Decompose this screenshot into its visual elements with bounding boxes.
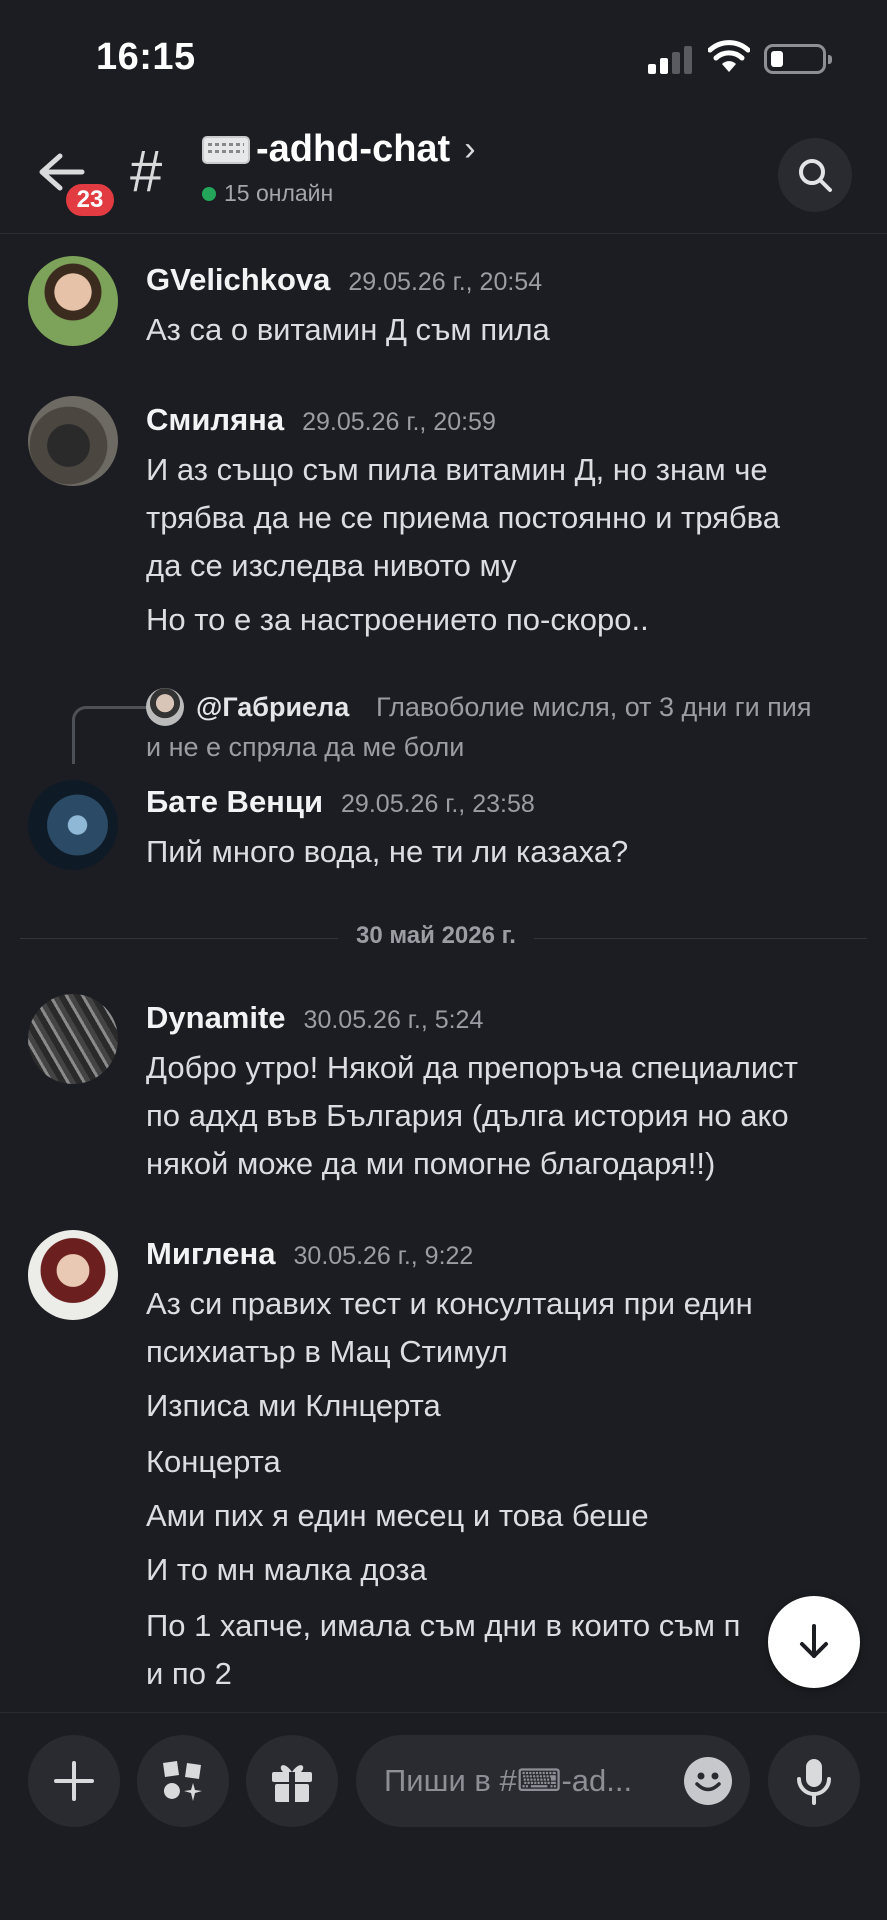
reply-text[interactable]: и не е спряла да ме боли — [146, 732, 464, 763]
microphone-icon — [797, 1759, 831, 1805]
apps-icon — [163, 1761, 202, 1801]
plus-icon — [54, 1761, 94, 1801]
online-status: 15 онлайн — [202, 180, 333, 207]
channel-name: -adhd-chat — [256, 128, 451, 170]
message-timestamp: 29.05.26 г., 20:59 — [302, 408, 496, 436]
reply-text[interactable]: Главоболие мисля, от 3 дни ги пия — [376, 692, 812, 723]
message-text: Пий много вода, не ти ли казаха? — [146, 834, 629, 869]
avatar[interactable] — [28, 396, 118, 486]
message-timestamp: 29.05.26 г., 20:54 — [348, 268, 543, 296]
keyboard-emoji-icon — [202, 135, 250, 164]
avatar[interactable] — [28, 780, 118, 870]
wifi-icon — [708, 40, 750, 72]
status-time: 16:15 — [96, 36, 196, 78]
message-text: Аз си правих тест и консултация при един — [146, 1286, 753, 1321]
message-text: Концерта — [146, 1444, 281, 1479]
message-author[interactable]: Бате Венци — [146, 784, 323, 820]
message-timestamp: 29.05.26 г., 23:58 — [341, 790, 535, 818]
message-text: Добро утро! Някой да препоръча специалис… — [146, 1050, 798, 1085]
message-timestamp: 30.05.26 г., 9:22 — [293, 1242, 474, 1270]
emoji-icon[interactable] — [684, 1757, 732, 1805]
message-author[interactable]: GVelichkova — [146, 262, 330, 298]
message-text: По 1 хапче, имала съм дни в които съм п — [146, 1608, 741, 1643]
reply-connector — [72, 706, 148, 764]
battery-icon — [764, 44, 832, 74]
unread-badge: 23 — [62, 180, 118, 220]
online-count: 15 онлайн — [224, 180, 334, 206]
message-text: да се изследва нивото му — [146, 548, 517, 583]
scroll-to-bottom-button[interactable] — [768, 1596, 860, 1688]
message-input-placeholder: Пиши в #⌨-ad... — [384, 1763, 633, 1798]
message-text: по адхд във България (дълга история но а… — [146, 1098, 789, 1133]
message-text: Ами пих я един месец и това беше — [146, 1498, 649, 1533]
message-text: и по 2 — [146, 1656, 232, 1691]
reply-avatar — [146, 688, 184, 726]
message-text: някой може да ми помогне благодаря!!) — [146, 1146, 716, 1181]
search-icon — [799, 159, 832, 192]
message-text: И аз също съм пила витамин Д, но знам че — [146, 452, 768, 487]
message-text: психиатър в Мац Стимул — [146, 1334, 508, 1369]
message-text: И то мн малка доза — [146, 1552, 427, 1587]
avatar[interactable] — [28, 994, 118, 1084]
avatar[interactable] — [28, 1230, 118, 1320]
gift-icon — [272, 1765, 312, 1802]
message-text: Аз са о витамин Д съм пила — [146, 312, 550, 347]
add-attachment-button[interactable] — [28, 1735, 120, 1827]
message-author[interactable]: Миглена — [146, 1236, 276, 1272]
gift-button[interactable] — [246, 1735, 338, 1827]
message-author[interactable]: Dynamite — [146, 1000, 286, 1036]
apps-button[interactable] — [137, 1735, 229, 1827]
online-dot-icon — [202, 186, 216, 201]
channel-hash-icon: # — [130, 139, 163, 204]
message-input[interactable]: Пиши в #⌨-ad... — [356, 1735, 750, 1827]
date-divider: 30 май 2026 г. — [338, 922, 534, 950]
message-author[interactable]: Смиляна — [146, 402, 284, 438]
chevron-right-icon: › — [464, 130, 476, 168]
search-button[interactable] — [778, 138, 852, 212]
status-bar: 16:15 — [0, 0, 887, 110]
message-text: Изписа ми Клнцерта — [146, 1388, 441, 1423]
cellular-signal-icon — [648, 44, 692, 74]
message-text: трябва да не се приема постоянно и трябв… — [146, 500, 781, 535]
arrow-down-icon — [800, 1624, 828, 1658]
message-timestamp: 30.05.26 г., 5:24 — [303, 1006, 484, 1034]
message-composer: Пиши в #⌨-ad... — [0, 1712, 887, 1920]
voice-message-button[interactable] — [768, 1735, 860, 1827]
channel-header: 23 # -adhd-chat › 15 онлайн — [0, 110, 887, 234]
avatar[interactable] — [28, 256, 118, 346]
message-text: Но то е за настроението по-скоро.. — [146, 602, 649, 637]
reply-author[interactable]: @Габриела — [196, 692, 349, 723]
channel-title[interactable]: -adhd-chat › — [202, 128, 476, 171]
